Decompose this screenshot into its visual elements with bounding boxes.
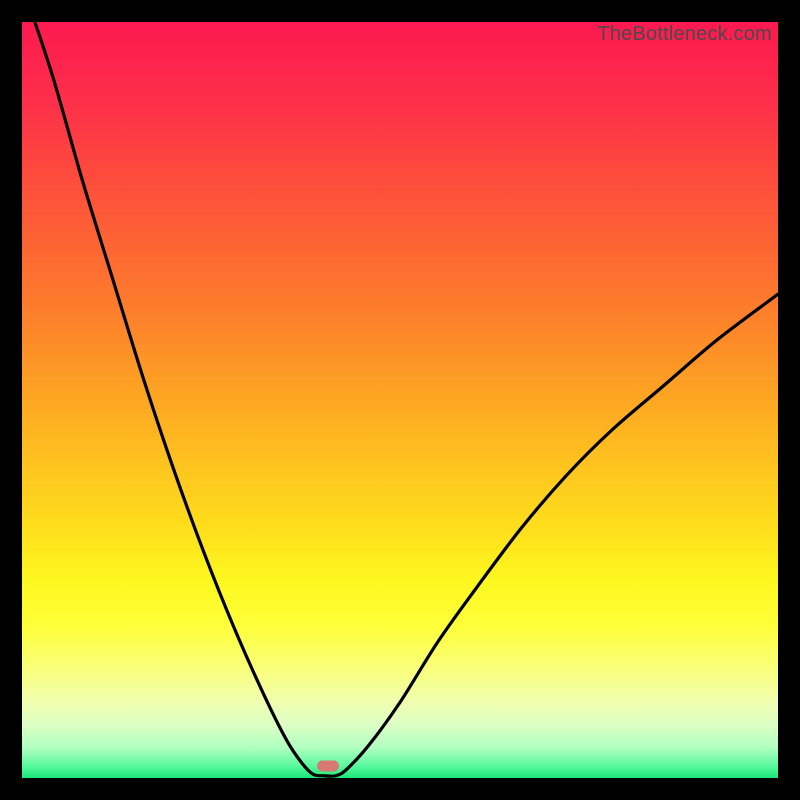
optimal-point-marker bbox=[317, 760, 339, 771]
bottleneck-curve bbox=[22, 22, 778, 778]
watermark-text: TheBottleneck.com bbox=[597, 23, 772, 46]
chart-frame: TheBottleneck.com bbox=[22, 22, 778, 778]
